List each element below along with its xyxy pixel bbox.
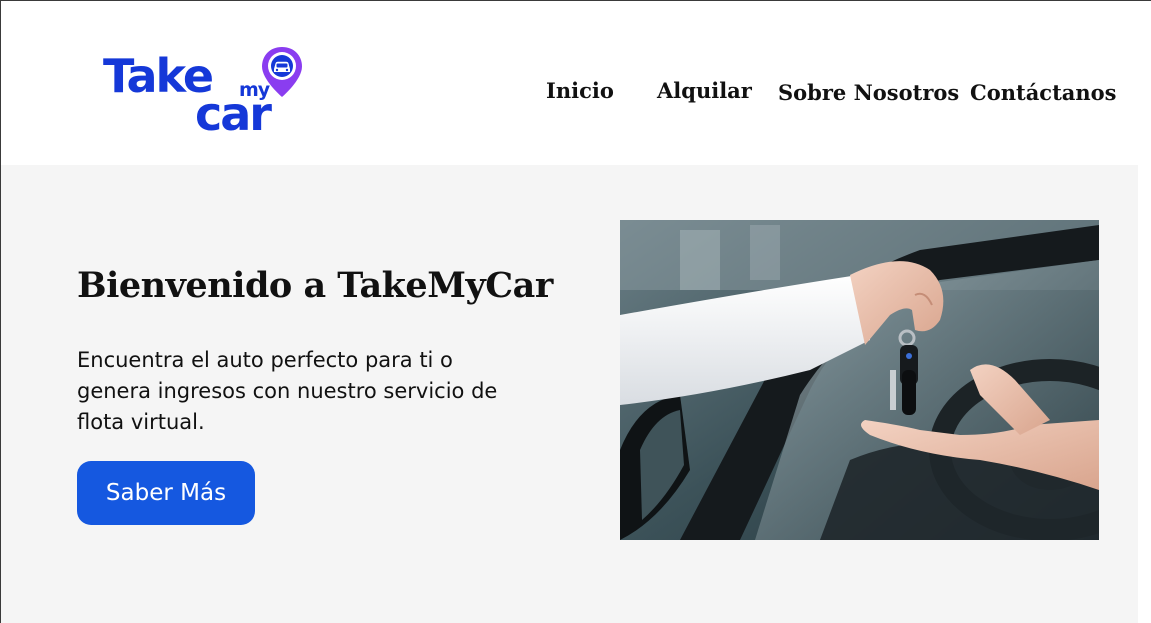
saber-mas-button[interactable]: Saber Más — [77, 461, 255, 525]
nav-link-inicio[interactable]: Inicio — [546, 80, 614, 101]
hero-description: Encuentra el auto perfecto para ti o gen… — [77, 348, 498, 434]
nav-link-sobre-nosotros[interactable]: Sobre Nosotros — [778, 82, 959, 103]
nav-link-contactanos[interactable]: Contáctanos — [970, 82, 1117, 103]
site-header: Take my car Inicio Alquilar Sobre Nosotr… — [1, 1, 1151, 165]
takemycar-logo[interactable]: Take my car — [99, 45, 309, 141]
location-pin-car-icon — [262, 47, 302, 97]
hero-title: Bienvenido a TakeMyCar — [77, 265, 553, 306]
hero-section: Bienvenido a TakeMyCar Encuentra el auto… — [1, 165, 1138, 623]
nav-link-alquilar[interactable]: Alquilar — [657, 80, 752, 101]
hero-image-car-keys-handover — [620, 220, 1099, 540]
